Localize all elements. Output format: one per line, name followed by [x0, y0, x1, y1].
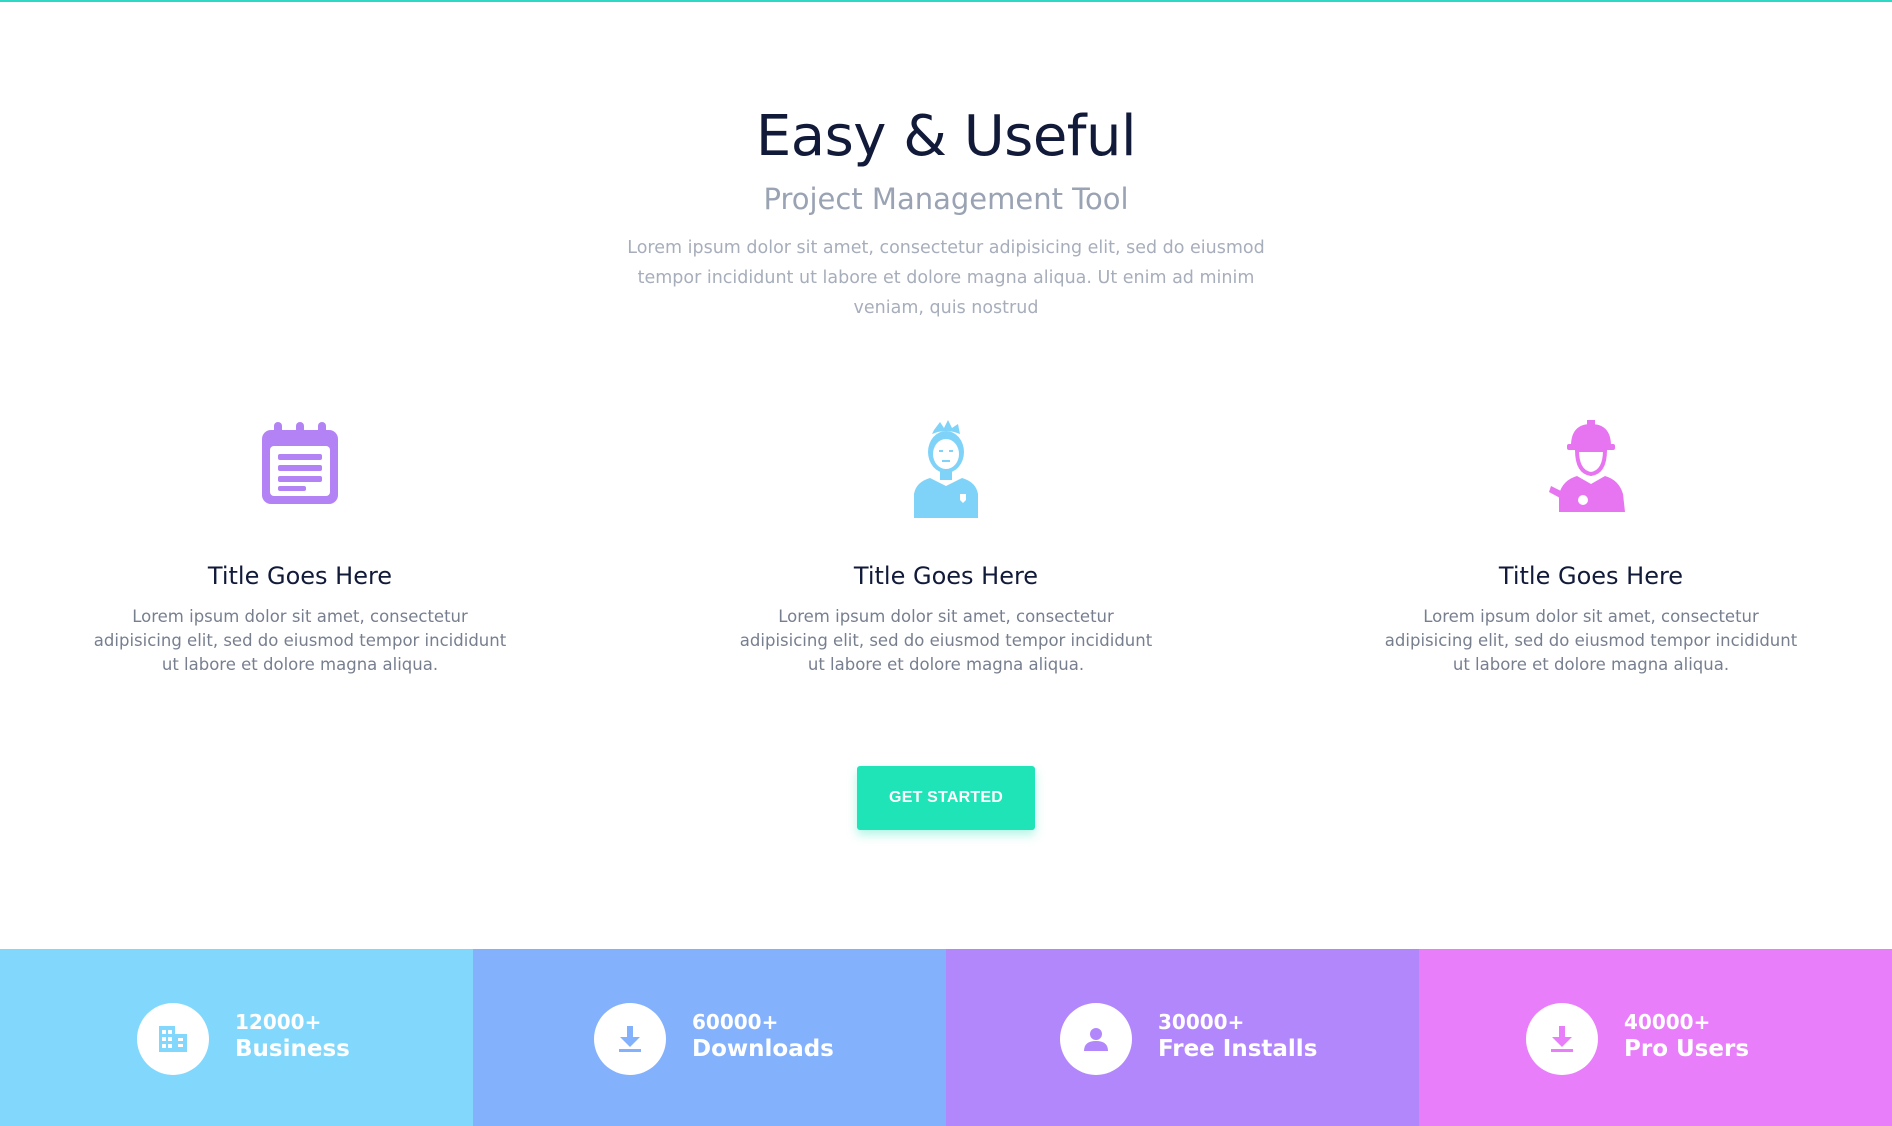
person-icon [914, 420, 978, 518]
stat-icon-circle [594, 1003, 666, 1075]
feature-title: Title Goes Here [207, 562, 393, 590]
stat-icon-circle [137, 1003, 209, 1075]
features-section: Title Goes Here Lorem ipsum dolor sit am… [0, 420, 1892, 680]
stat-icon-circle [1526, 1003, 1598, 1075]
feature-title: Title Goes Here [853, 562, 1039, 590]
user-icon [1084, 1028, 1108, 1051]
stat-downloads: 60000+ Downloads [473, 949, 946, 1126]
hero-description: Lorem ipsum dolor sit amet, consectetur … [627, 238, 1265, 318]
stat-label: Business [235, 1036, 350, 1062]
stat-icon-circle [1060, 1003, 1132, 1075]
stat-number: 40000+ [1624, 1010, 1711, 1034]
stat-free-installs: 30000+ Free Installs [946, 949, 1419, 1126]
worker-icon [1549, 420, 1625, 512]
stat-pro-users: 40000+ Pro Users [1419, 949, 1892, 1126]
feature-card: Title Goes Here Lorem ipsum dolor sit am… [716, 420, 1176, 677]
get-started-button[interactable]: GET STARTED [857, 766, 1035, 830]
feature-card: Title Goes Here Lorem ipsum dolor sit am… [70, 420, 530, 677]
feature-title: Title Goes Here [1498, 562, 1684, 590]
feature-card: Title Goes Here Lorem ipsum dolor sit am… [1361, 420, 1821, 677]
stats-bar: 12000+ Business 60000+ Downloads 30000+ … [0, 949, 1892, 1126]
download-icon [619, 1026, 641, 1052]
stat-label: Pro Users [1624, 1036, 1750, 1062]
building-icon [159, 1026, 187, 1052]
hero-subtitle: Project Management Tool [763, 182, 1129, 216]
stat-number: 12000+ [235, 1010, 322, 1034]
stat-business: 12000+ Business [0, 949, 473, 1126]
stat-number: 30000+ [1158, 1010, 1245, 1034]
top-accent-line [0, 0, 1892, 2]
feature-description: Lorem ipsum dolor sit amet, consectetur … [1384, 607, 1798, 674]
hero-title: Easy & Useful [755, 104, 1137, 169]
stat-label: Free Installs [1158, 1036, 1318, 1062]
feature-description: Lorem ipsum dolor sit amet, consectetur … [93, 607, 507, 674]
calendar-icon [262, 422, 338, 504]
download-icon [1551, 1026, 1573, 1052]
stat-label: Downloads [692, 1036, 834, 1062]
stat-number: 60000+ [692, 1010, 779, 1034]
feature-description: Lorem ipsum dolor sit amet, consectetur … [739, 607, 1153, 674]
